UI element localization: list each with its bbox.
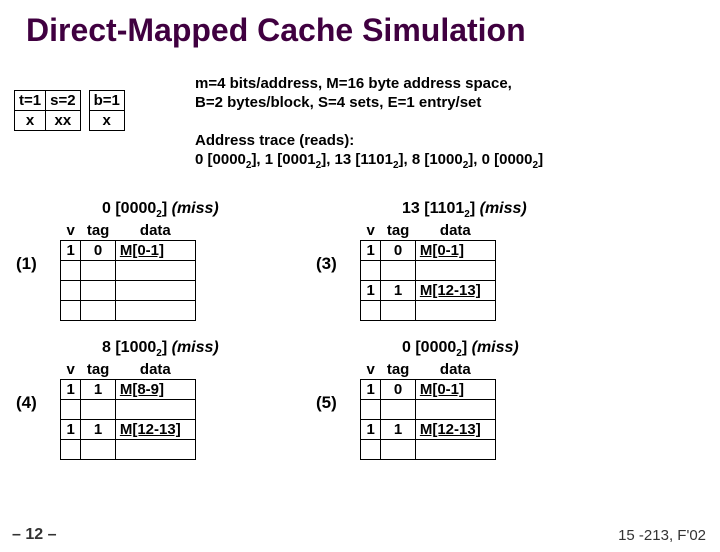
bits-bx: x	[89, 111, 124, 131]
cache-table-1: vtagdata 10M[0-1]	[60, 222, 196, 321]
cache-grid: (1) 0 [00002] (miss) vtagdata 10M[0-1] (…	[60, 200, 660, 478]
slide-number: – 12 –	[12, 526, 56, 544]
bits-tx: x	[15, 111, 46, 131]
bits-sx: xx	[46, 111, 80, 131]
step-label-1: (1)	[16, 254, 37, 274]
step-1: (1) 0 [00002] (miss) vtagdata 10M[0-1]	[60, 200, 360, 321]
cache-table-3: vtagdata 10M[0-1] 11M[12-13]	[360, 222, 496, 321]
step-4: (4) 8 [10002] (miss) vtagdata 11M[8-9] 1…	[60, 339, 360, 460]
step-caption-3: 13 [11012] (miss)	[402, 200, 660, 220]
bits-t: t=1	[15, 91, 46, 111]
course-id: 15 -213, F'02	[618, 527, 706, 544]
address-trace: Address trace (reads): 0 [00002], 1 [000…	[195, 132, 715, 172]
step-label-3: (3)	[316, 254, 337, 274]
parameters: m=4 bits/address, M=16 byte address spac…	[195, 75, 705, 113]
cache-table-4: vtagdata 11M[8-9] 11M[12-13]	[60, 361, 196, 460]
step-caption-1: 0 [00002] (miss)	[102, 200, 360, 220]
step-caption-4: 8 [10002] (miss)	[102, 339, 360, 359]
cache-table-5: vtagdata 10M[0-1] 11M[12-13]	[360, 361, 496, 460]
step-caption-5: 0 [00002] (miss)	[402, 339, 660, 359]
step-label-4: (4)	[16, 393, 37, 413]
address-bits-table: t=1 s=2 b=1 x xx x	[14, 90, 125, 131]
step-label-5: (5)	[316, 393, 337, 413]
bits-s: s=2	[46, 91, 80, 111]
step-3: (3) 13 [11012] (miss) vtagdata 10M[0-1] …	[360, 200, 660, 321]
bits-b: b=1	[89, 91, 124, 111]
step-5: (5) 0 [00002] (miss) vtagdata 10M[0-1] 1…	[360, 339, 660, 460]
page-title: Direct-Mapped Cache Simulation	[26, 12, 720, 49]
trace-line: 0 [00002], 1 [00012], 13 [11012], 8 [100…	[195, 151, 543, 168]
